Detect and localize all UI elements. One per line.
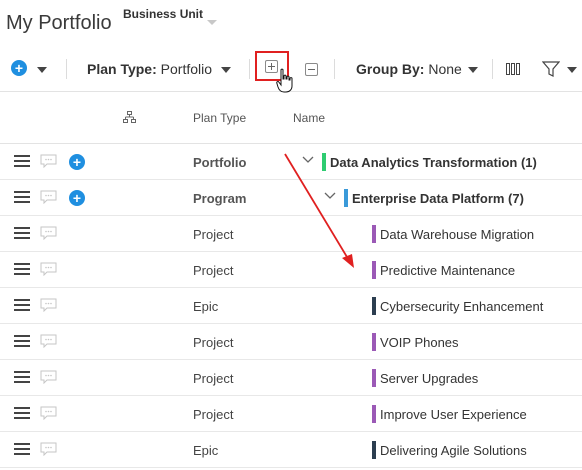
business-unit-dropdown-icon[interactable] [207, 20, 217, 25]
toolbar: + Plan Type: Portfolio Group By: None [0, 48, 582, 93]
hierarchy-icon[interactable] [123, 111, 136, 123]
comment-icon[interactable] [40, 262, 57, 276]
column-header-plan-type[interactable]: Plan Type [193, 111, 246, 125]
plan-type-chevron-down-icon[interactable] [221, 67, 231, 73]
filter-icon[interactable] [542, 61, 560, 77]
table-row[interactable]: + Program Enterprise Data Platform (7) [0, 180, 582, 216]
plan-name-link[interactable]: Delivering Agile Solutions [380, 443, 527, 458]
plan-name-link[interactable]: Server Upgrades [380, 371, 478, 386]
plan-type-label: Plan Type: [87, 61, 157, 77]
plan-type-color-bar [372, 261, 376, 279]
group-by-label: Group By: [356, 61, 425, 77]
table-header: Plan Type Name [0, 92, 582, 144]
column-header-name[interactable]: Name [293, 111, 325, 125]
plan-type-value: Portfolio [160, 61, 213, 77]
add-child-button[interactable]: + [69, 190, 85, 206]
columns-icon[interactable] [506, 63, 521, 75]
plan-type-color-bar [372, 333, 376, 351]
collapse-all-button[interactable] [305, 63, 318, 76]
plan-type-color-bar [372, 369, 376, 387]
plan-name-link[interactable]: VOIP Phones [380, 335, 459, 350]
group-by-selector[interactable]: Group By: None [356, 61, 462, 77]
drag-handle-icon[interactable] [14, 335, 30, 348]
plan-type-color-bar [322, 153, 326, 171]
plan-name-link[interactable]: Data Analytics Transformation (1) [330, 155, 537, 170]
page-title: My Portfolio [6, 12, 112, 34]
table-row[interactable]: Project VOIP Phones [0, 324, 582, 360]
add-child-button[interactable]: + [69, 154, 85, 170]
drag-handle-icon[interactable] [14, 443, 30, 456]
plan-type-cell: Project [193, 407, 234, 422]
comment-icon[interactable] [40, 226, 57, 240]
chevron-down-icon[interactable] [301, 153, 315, 167]
toolbar-divider [249, 59, 250, 79]
comment-icon[interactable] [40, 190, 57, 204]
plan-type-color-bar [372, 297, 376, 315]
plan-type-cell: Project [193, 371, 234, 386]
table-row[interactable]: Project Predictive Maintenance [0, 252, 582, 288]
plan-type-cell: Portfolio [193, 155, 247, 170]
plan-name-link[interactable]: Cybersecurity Enhancement [380, 299, 543, 314]
plan-type-cell: Project [193, 227, 234, 242]
plan-type-color-bar [372, 405, 376, 423]
add-plan-button[interactable]: + [11, 60, 27, 76]
drag-handle-icon[interactable] [14, 407, 30, 420]
plan-name-link[interactable]: Data Warehouse Migration [380, 227, 534, 242]
toolbar-divider [492, 59, 493, 79]
toolbar-divider [334, 59, 335, 79]
table-row[interactable]: Project Improve User Experience [0, 396, 582, 432]
drag-handle-icon[interactable] [14, 155, 30, 168]
plan-name-link[interactable]: Enterprise Data Platform (7) [352, 191, 524, 206]
plan-type-cell: Epic [193, 443, 219, 458]
chevron-down-icon[interactable] [323, 189, 337, 203]
plan-type-color-bar [344, 189, 348, 207]
table-row[interactable]: Epic Cybersecurity Enhancement [0, 288, 582, 324]
plan-type-color-bar [372, 441, 376, 459]
group-by-value: None [428, 61, 462, 77]
table-row[interactable]: Project Server Upgrades [0, 360, 582, 396]
plan-type-cell: Program [193, 191, 247, 206]
comment-icon[interactable] [40, 442, 57, 456]
group-by-chevron-down-icon[interactable] [468, 67, 478, 73]
drag-handle-icon[interactable] [14, 191, 30, 204]
business-unit-label[interactable]: Business Unit [123, 7, 203, 21]
toolbar-divider [66, 59, 67, 79]
comment-icon[interactable] [40, 406, 57, 420]
filter-chevron-down-icon[interactable] [567, 67, 577, 73]
drag-handle-icon[interactable] [14, 299, 30, 312]
add-menu-chevron-down-icon[interactable] [37, 67, 47, 73]
plan-type-color-bar [372, 225, 376, 243]
plan-type-cell: Epic [193, 299, 219, 314]
drag-handle-icon[interactable] [14, 227, 30, 240]
plan-name-link[interactable]: Predictive Maintenance [380, 263, 515, 278]
plan-name-link[interactable]: Improve User Experience [380, 407, 527, 422]
plan-type-cell: Project [193, 263, 234, 278]
comment-icon[interactable] [40, 334, 57, 348]
hand-cursor-icon [276, 68, 293, 93]
comment-icon[interactable] [40, 370, 57, 384]
comment-icon[interactable] [40, 154, 57, 168]
plan-type-cell: Project [193, 335, 234, 350]
comment-icon[interactable] [40, 298, 57, 312]
table-row[interactable]: Epic Delivering Agile Solutions [0, 432, 582, 468]
plan-type-selector[interactable]: Plan Type: Portfolio [87, 61, 212, 77]
drag-handle-icon[interactable] [14, 263, 30, 276]
table-row[interactable]: Project Data Warehouse Migration [0, 216, 582, 252]
drag-handle-icon[interactable] [14, 371, 30, 384]
table-row[interactable]: + Portfolio Data Analytics Transformation … [0, 144, 582, 180]
